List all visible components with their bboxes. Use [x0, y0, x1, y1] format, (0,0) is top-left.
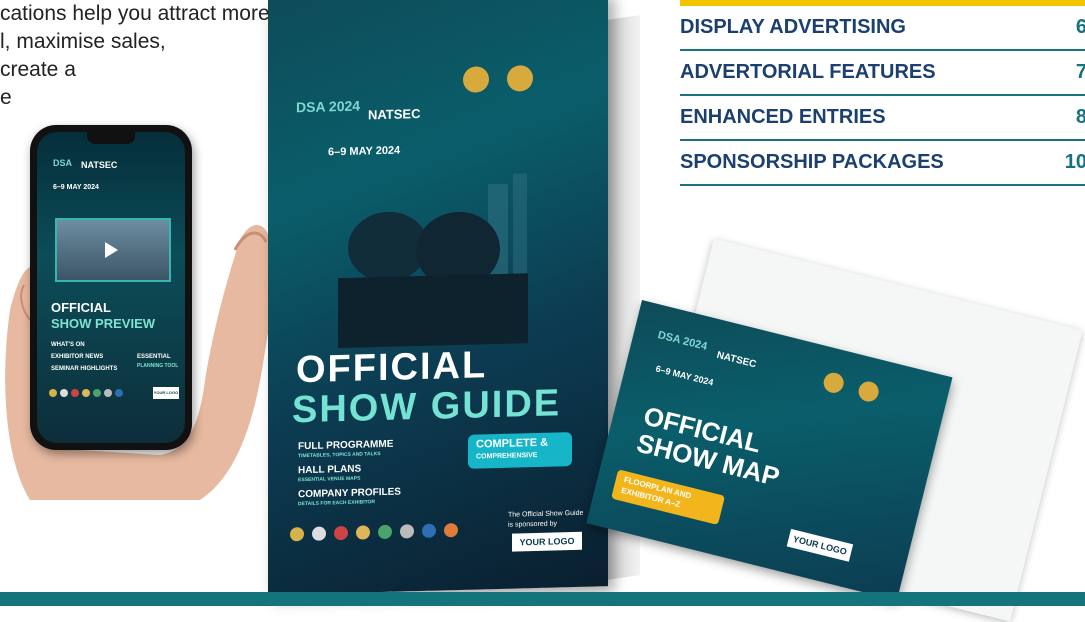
book-event-logo: DSA 2024 — [296, 97, 361, 116]
phone-badge-line1: ESSENTIAL — [137, 354, 171, 360]
footer-bar — [0, 592, 1085, 606]
phone-item: WHAT'S ON — [51, 342, 85, 348]
phone-title-line1: OFFICIAL — [51, 300, 111, 315]
book-feature-sub: ESSENTIAL VENUE MAPS — [298, 475, 361, 484]
phone-notch — [87, 132, 135, 144]
contents-label: ENHANCED ENTRIES — [680, 106, 886, 128]
show-map-mockup: DSA 2024 NATSEC 6–9 MAY 2024 OFFICIAL SH… — [586, 238, 1085, 622]
contents-label: SPONSORSHIP PACKAGES — [680, 151, 944, 173]
contents-row-enhanced[interactable]: ENHANCED ENTRIES 8 — [680, 96, 1085, 141]
contents-row-sponsorship[interactable]: SPONSORSHIP PACKAGES 10 — [680, 141, 1085, 186]
book-dates: 6–9 MAY 2024 — [328, 144, 401, 159]
play-icon[interactable] — [105, 242, 118, 258]
phone-badge-line2: PLANNING TOOL — [137, 363, 179, 369]
map-ribbon: FLOORPLAN AND EXHIBITOR A–Z — [611, 469, 726, 526]
book-sponsor-line2: is sponsored by — [508, 520, 558, 529]
book-partner-logos — [290, 523, 458, 542]
map-crest-icons — [821, 370, 881, 404]
contents-page-number: 6 — [1075, 16, 1085, 38]
book-your-logo: YOUR LOGO — [512, 531, 582, 552]
contents-page-number: 7 — [1075, 61, 1085, 83]
phone-item: EXHIBITOR NEWS — [51, 354, 104, 360]
phone-screen: DSA NATSEC 6–9 MAY 2024 OFFICIAL SHOW PR… — [37, 132, 185, 443]
phone-mockup: DSA NATSEC 6–9 MAY 2024 OFFICIAL SHOW PR… — [30, 125, 192, 450]
phone-partner-logos — [49, 389, 149, 399]
book-badge-line1: COMPLETE & — [476, 436, 549, 451]
map-brand: NATSEC — [715, 349, 758, 371]
phone-brand: NATSEC — [81, 160, 118, 170]
map-event-logo: DSA 2024 — [656, 329, 709, 353]
show-guide-book: DSA 2024 NATSEC 6–9 MAY 2024 OFFICIAL SH… — [268, 0, 643, 595]
book-feature-head: COMPANY PROFILES — [298, 486, 401, 501]
book-brand: NATSEC — [368, 106, 421, 123]
book-title-line2: SHOW GUIDE — [292, 382, 562, 432]
contents-row-display[interactable]: DISPLAY ADVERTISING 6 — [680, 6, 1085, 51]
soldier-illustration — [338, 173, 528, 349]
book-feature-sub: DETAILS FOR EACH EXHIBITOR — [298, 499, 376, 508]
book-feature-sub: TIMETABLES, TOPICS AND TALKS — [298, 451, 381, 460]
phone-dates: 6–9 MAY 2024 — [53, 184, 99, 191]
contents-page-number: 10 — [1064, 151, 1085, 173]
contents-list: DISPLAY ADVERTISING 6 ADVERTORIAL FEATUR… — [680, 0, 1085, 186]
book-cover: DSA 2024 NATSEC 6–9 MAY 2024 OFFICIAL SH… — [268, 0, 608, 595]
phone-your-logo: YOUR LOGO — [153, 387, 179, 399]
book-crest-icons — [463, 65, 533, 93]
book-badge: COMPLETE & COMPREHENSIVE — [468, 432, 572, 469]
map-dates: 6–9 MAY 2024 — [654, 363, 715, 388]
map-your-logo: YOUR LOGO — [786, 528, 854, 562]
book-feature-head: HALL PLANS — [298, 463, 362, 477]
contents-row-advertorial[interactable]: ADVERTORIAL FEATURES 7 — [680, 51, 1085, 96]
book-badge-line2: COMPREHENSIVE — [476, 451, 538, 461]
phone-event-logo: DSA — [53, 158, 73, 168]
contents-label: ADVERTORIAL FEATURES — [680, 61, 936, 83]
phone-title-line2: SHOW PREVIEW — [51, 316, 156, 331]
contents-label: DISPLAY ADVERTISING — [680, 16, 906, 38]
phone-item: SEMINAR HIGHLIGHTS — [51, 366, 118, 372]
book-sponsor-line1: The Official Show Guide — [508, 509, 584, 519]
phone-video-thumbnail[interactable] — [55, 218, 171, 282]
contents-page-number: 8 — [1075, 106, 1085, 128]
